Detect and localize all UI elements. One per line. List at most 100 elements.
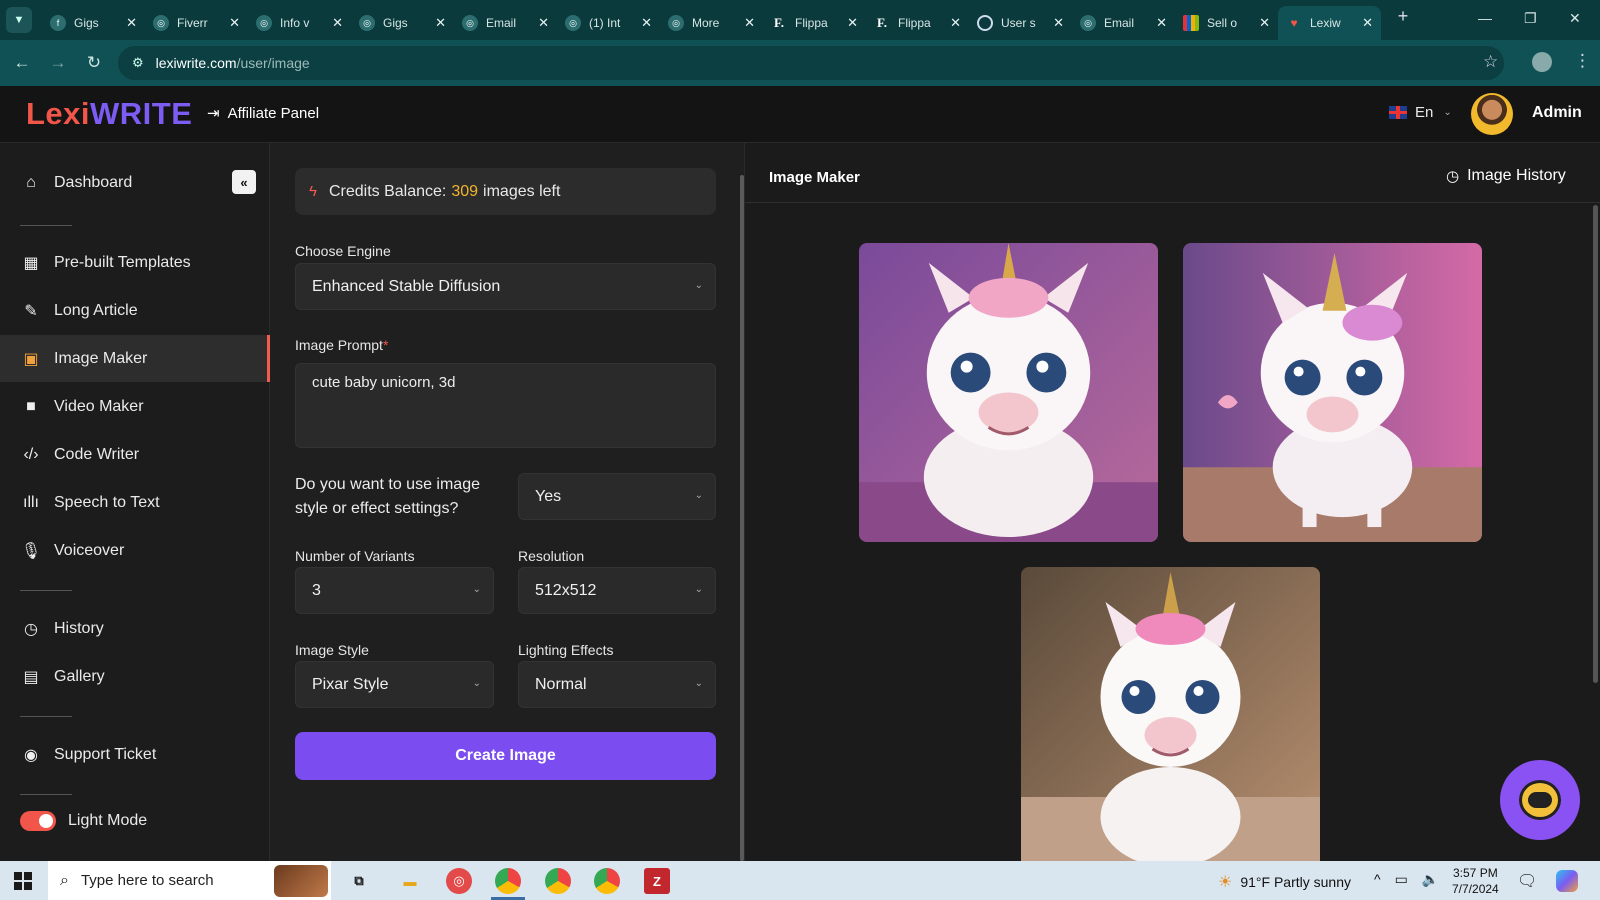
sidebar-item-voiceover[interactable]: 🎙 Voiceover bbox=[0, 527, 270, 574]
filezilla-icon[interactable]: Z bbox=[644, 868, 670, 894]
sidebar-item-image-maker[interactable]: ▣ Image Maker bbox=[0, 335, 270, 382]
engine-select[interactable]: Enhanced Stable Diffusion ⌄ bbox=[295, 263, 716, 310]
close-icon[interactable]: ✕ bbox=[641, 15, 652, 31]
generated-image[interactable] bbox=[1183, 243, 1482, 542]
close-icon[interactable]: ✕ bbox=[950, 15, 961, 31]
chatgpt-icon: ◎ bbox=[462, 15, 478, 31]
results-scrollbar[interactable] bbox=[1593, 205, 1598, 683]
windows-start-icon[interactable] bbox=[14, 872, 32, 890]
browser-tab[interactable]: ◎ Fiverr ✕ bbox=[145, 6, 248, 40]
file-explorer-icon[interactable]: ▬ bbox=[397, 868, 423, 894]
sidebar-item-video-maker[interactable]: ■ Video Maker bbox=[0, 383, 270, 430]
light-mode-toggle[interactable]: Light Mode bbox=[0, 797, 270, 844]
close-icon[interactable]: ✕ bbox=[332, 15, 343, 31]
sidebar-item-code-writer[interactable]: ‹/› Code Writer bbox=[0, 431, 270, 478]
close-icon[interactable]: ✕ bbox=[538, 15, 549, 31]
chrome-icon[interactable] bbox=[594, 868, 620, 894]
sidebar-item-long-article[interactable]: ✎ Long Article bbox=[0, 287, 270, 334]
sidebar-item-speech-to-text[interactable]: ıllı Speech to Text bbox=[0, 479, 270, 526]
window-close-icon[interactable]: ✕ bbox=[1569, 10, 1581, 27]
volume-icon[interactable]: 🔈 bbox=[1422, 871, 1439, 888]
tab-list: f Gigs ✕ ◎ Fiverr ✕ ◎ Info v ✕ ◎ Gigs ✕ ◎ Email ✕ … bbox=[42, 0, 1381, 40]
close-icon[interactable]: ✕ bbox=[1259, 15, 1270, 31]
chrome-icon[interactable] bbox=[495, 868, 521, 894]
generated-image[interactable] bbox=[1021, 567, 1320, 861]
chevron-up-icon[interactable]: ^ bbox=[1374, 871, 1381, 888]
chrome-icon[interactable] bbox=[545, 868, 571, 894]
style-settings-select[interactable]: Yes ⌄ bbox=[518, 473, 716, 520]
sidebar-item-history[interactable]: ◷ History bbox=[0, 605, 270, 652]
browser-tab[interactable]: F. Flippa ✕ bbox=[866, 6, 969, 40]
image-history-button[interactable]: ◷ Image History bbox=[1446, 167, 1566, 185]
browser-tab[interactable]: User s ✕ bbox=[969, 6, 1072, 40]
reload-icon[interactable]: ↻ bbox=[76, 53, 112, 73]
create-image-button[interactable]: Create Image bbox=[295, 732, 716, 780]
profile-avatar-icon[interactable] bbox=[1532, 52, 1552, 72]
sidebar-divider bbox=[20, 225, 72, 226]
affiliate-panel-link[interactable]: ⇥ Affiliate Panel bbox=[207, 104, 319, 123]
restore-icon[interactable]: ❐ bbox=[1524, 10, 1537, 27]
browser-tab[interactable]: F. Flippa ✕ bbox=[763, 6, 866, 40]
site-settings-icon[interactable]: ⚙ bbox=[132, 55, 144, 71]
lexiwrite-logo[interactable]: LexiWRITE bbox=[26, 96, 192, 132]
variants-select[interactable]: 3 ⌄ bbox=[295, 567, 494, 614]
close-icon[interactable]: ✕ bbox=[1156, 15, 1167, 31]
close-icon[interactable]: ✕ bbox=[744, 15, 755, 31]
language-selector[interactable]: En ⌄ bbox=[1389, 104, 1452, 121]
browser-tab[interactable]: ◎ Email ✕ bbox=[454, 6, 557, 40]
notification-icon[interactable]: 🗨 bbox=[1517, 871, 1537, 891]
network-icon[interactable]: ▭ bbox=[1395, 871, 1408, 888]
browser-tab[interactable]: Sell o ✕ bbox=[1175, 6, 1278, 40]
resolution-select[interactable]: 512x512 ⌄ bbox=[518, 567, 716, 614]
waveform-icon: ıllı bbox=[23, 493, 39, 511]
browser-tab[interactable]: f Gigs ✕ bbox=[42, 6, 145, 40]
minimize-icon[interactable]: — bbox=[1478, 10, 1492, 26]
toggle-icon[interactable] bbox=[20, 810, 56, 831]
collapse-sidebar-button[interactable]: « bbox=[232, 170, 256, 194]
chatbot-launcher-button[interactable] bbox=[1500, 760, 1580, 840]
app-icon[interactable]: ◎ bbox=[446, 868, 472, 894]
bookmark-star-icon[interactable]: ☆ bbox=[1483, 52, 1498, 72]
new-tab-button[interactable]: + bbox=[1389, 6, 1417, 27]
sidebar-item-templates[interactable]: ▦ Pre-built Templates bbox=[0, 239, 270, 286]
taskbar-clock[interactable]: 3:57 PM 7/7/2024 bbox=[1452, 865, 1499, 897]
lighting-select[interactable]: Normal ⌄ bbox=[518, 661, 716, 708]
close-icon[interactable]: ✕ bbox=[126, 15, 137, 31]
generated-image[interactable] bbox=[859, 243, 1158, 542]
avatar[interactable] bbox=[1471, 93, 1513, 135]
browser-tab[interactable]: ◎ (1) Int ✕ bbox=[557, 6, 660, 40]
browser-tab[interactable]: ◎ More ✕ bbox=[660, 6, 763, 40]
close-icon[interactable]: ✕ bbox=[1053, 15, 1064, 31]
form-scrollbar[interactable] bbox=[740, 175, 744, 861]
close-icon[interactable]: ✕ bbox=[1362, 15, 1373, 31]
chatgpt-icon: ◎ bbox=[256, 15, 272, 31]
browser-menu-icon[interactable]: ⋮ bbox=[1574, 51, 1591, 71]
search-highlight-image bbox=[274, 865, 328, 897]
user-name[interactable]: Admin bbox=[1532, 104, 1582, 122]
close-icon[interactable]: ✕ bbox=[435, 15, 446, 31]
tab-search-button[interactable]: ▼ bbox=[6, 7, 32, 33]
sidebar: ⌂ Dashboard « ▦ Pre-built Templates ✎ Long … bbox=[0, 143, 270, 861]
weather-widget[interactable]: ☀ 91°F Partly sunny bbox=[1218, 872, 1351, 892]
url-input[interactable]: ⚙ lexiwrite.com/user/image bbox=[118, 46, 1504, 80]
copilot-icon[interactable] bbox=[1556, 870, 1578, 892]
sidebar-item-gallery[interactable]: ▤ Gallery bbox=[0, 653, 270, 700]
unicorn-image bbox=[859, 243, 1158, 542]
browser-tab-active[interactable]: ♥ Lexiw ✕ bbox=[1278, 6, 1381, 40]
prompt-input[interactable]: cute baby unicorn, 3d bbox=[295, 363, 716, 448]
close-icon[interactable]: ✕ bbox=[847, 15, 858, 31]
flippa-icon: F. bbox=[774, 15, 784, 30]
browser-tab[interactable]: ◎ Info v ✕ bbox=[248, 6, 351, 40]
close-icon[interactable]: ✕ bbox=[229, 15, 240, 31]
code-icon: ‹/› bbox=[23, 445, 39, 463]
sidebar-item-dashboard[interactable]: ⌂ Dashboard bbox=[0, 159, 270, 206]
sidebar-item-support-ticket[interactable]: ◉ Support Ticket bbox=[0, 731, 270, 778]
forward-icon[interactable]: → bbox=[40, 53, 76, 73]
logout-icon: ⇥ bbox=[207, 105, 220, 122]
browser-tab[interactable]: ◎ Gigs ✕ bbox=[351, 6, 454, 40]
task-view-icon[interactable]: ⧉ bbox=[346, 868, 372, 894]
back-icon[interactable]: ← bbox=[4, 53, 40, 73]
image-style-select[interactable]: Pixar Style ⌄ bbox=[295, 661, 494, 708]
video-icon: ■ bbox=[26, 397, 36, 415]
browser-tab[interactable]: ◎ Email ✕ bbox=[1072, 6, 1175, 40]
